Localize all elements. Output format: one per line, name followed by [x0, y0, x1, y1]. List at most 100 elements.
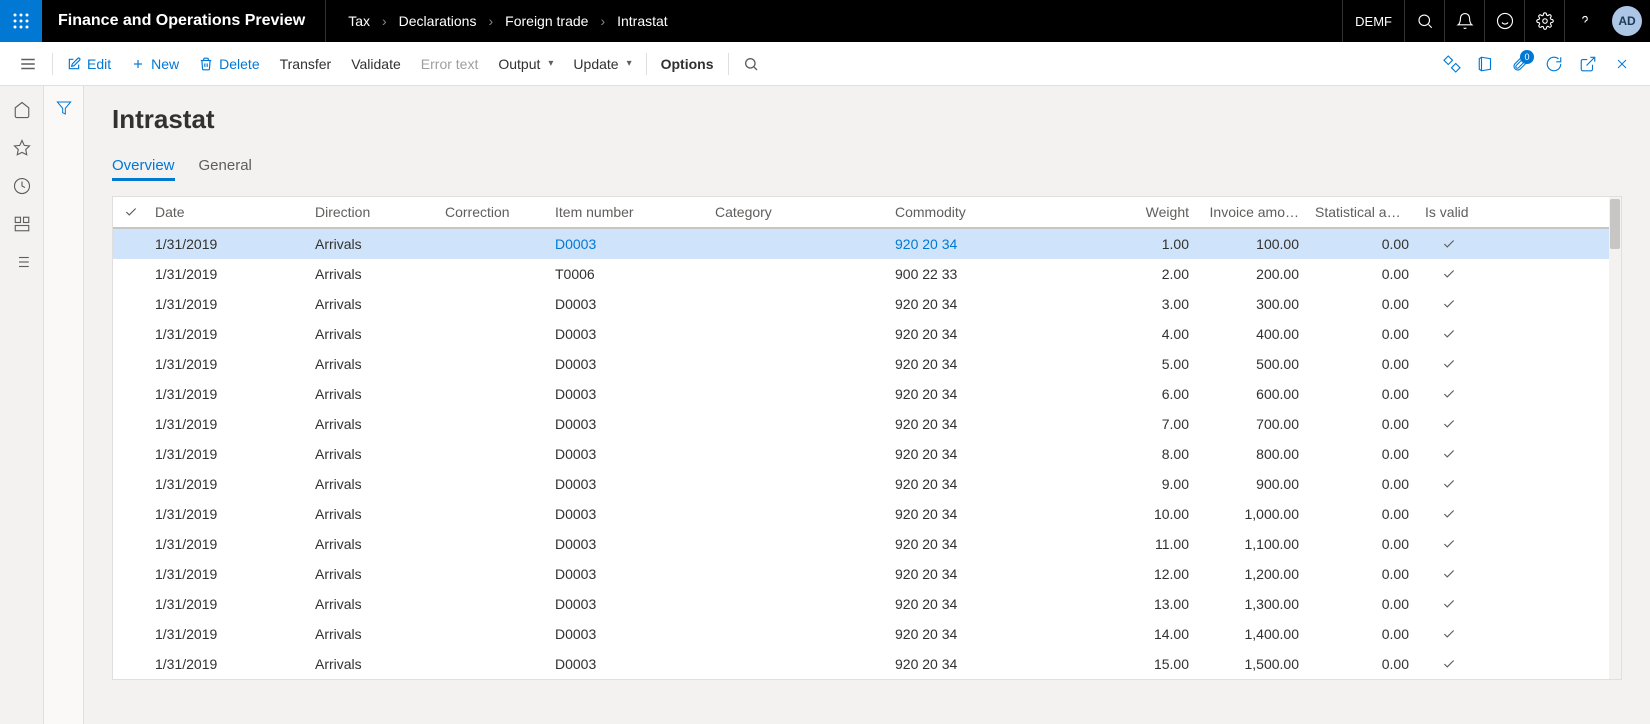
col-weight[interactable]: Weight: [1099, 204, 1199, 220]
nav-toggle-icon[interactable]: [8, 42, 48, 86]
scrollbar[interactable]: [1609, 197, 1621, 679]
table-row[interactable]: 1/31/2019ArrivalsD0003920 20 341.00100.0…: [113, 229, 1621, 259]
cell-commodity[interactable]: 920 20 34: [889, 656, 1099, 672]
filter-icon[interactable]: [48, 92, 80, 124]
table-row[interactable]: 1/31/2019ArrivalsD0003920 20 344.00400.0…: [113, 319, 1621, 349]
user-avatar[interactable]: AD: [1612, 6, 1642, 36]
tab-overview[interactable]: Overview: [112, 153, 175, 181]
col-direction[interactable]: Direction: [309, 204, 439, 220]
cell-commodity[interactable]: 900 22 33: [889, 266, 1099, 282]
cell-item-number[interactable]: D0003: [549, 476, 709, 492]
col-commodity[interactable]: Commodity: [889, 204, 1099, 220]
cell-valid-icon: [1419, 267, 1479, 281]
feedback-icon[interactable]: [1484, 0, 1524, 42]
cell-item-number[interactable]: D0003: [549, 656, 709, 672]
table-row[interactable]: 1/31/2019ArrivalsD0003920 20 3412.001,20…: [113, 559, 1621, 589]
cell-commodity[interactable]: 920 20 34: [889, 476, 1099, 492]
cell-commodity[interactable]: 920 20 34: [889, 236, 1099, 252]
cell-commodity[interactable]: 920 20 34: [889, 356, 1099, 372]
recent-icon[interactable]: [2, 168, 42, 204]
edit-button[interactable]: Edit: [57, 48, 121, 80]
col-statistical-amount[interactable]: Statistical am…: [1309, 204, 1419, 220]
update-dropdown[interactable]: Update▾: [563, 48, 641, 80]
cell-commodity[interactable]: 920 20 34: [889, 536, 1099, 552]
cell-commodity[interactable]: 920 20 34: [889, 386, 1099, 402]
cell-item-number[interactable]: D0003: [549, 566, 709, 582]
col-item-number[interactable]: Item number: [549, 204, 709, 220]
tab-general[interactable]: General: [199, 153, 252, 181]
help-icon[interactable]: [1564, 0, 1604, 42]
notifications-icon[interactable]: [1444, 0, 1484, 42]
attachments-button[interactable]: 0: [1504, 48, 1536, 80]
delete-button[interactable]: Delete: [189, 48, 269, 80]
cell-item-number[interactable]: D0003: [549, 386, 709, 402]
col-category[interactable]: Category: [709, 204, 889, 220]
cell-item-number[interactable]: D0003: [549, 236, 709, 252]
breadcrumb-tax[interactable]: Tax: [342, 13, 376, 29]
cell-commodity[interactable]: 920 20 34: [889, 296, 1099, 312]
cell-direction: Arrivals: [309, 386, 439, 402]
page-search-button[interactable]: [733, 48, 769, 80]
options-button[interactable]: Options: [651, 48, 724, 80]
company-selector[interactable]: DEMF: [1342, 0, 1404, 42]
cell-item-number[interactable]: D0003: [549, 356, 709, 372]
cell-statistical: 0.00: [1309, 476, 1419, 492]
cell-commodity[interactable]: 920 20 34: [889, 326, 1099, 342]
cell-item-number[interactable]: D0003: [549, 416, 709, 432]
table-row[interactable]: 1/31/2019ArrivalsD0003920 20 3410.001,00…: [113, 499, 1621, 529]
search-icon[interactable]: [1404, 0, 1444, 42]
table-row[interactable]: 1/31/2019ArrivalsD0003920 20 346.00600.0…: [113, 379, 1621, 409]
table-row[interactable]: 1/31/2019ArrivalsD0003920 20 3415.001,50…: [113, 649, 1621, 679]
table-row[interactable]: 1/31/2019ArrivalsT0006900 22 332.00200.0…: [113, 259, 1621, 289]
breadcrumb-declarations[interactable]: Declarations: [393, 13, 483, 29]
cell-direction: Arrivals: [309, 596, 439, 612]
scrollbar-thumb[interactable]: [1610, 199, 1620, 249]
col-invoice-amount[interactable]: Invoice amo…: [1199, 204, 1309, 220]
related-info-icon[interactable]: [1436, 48, 1468, 80]
popout-icon[interactable]: [1572, 48, 1604, 80]
table-row[interactable]: 1/31/2019ArrivalsD0003920 20 343.00300.0…: [113, 289, 1621, 319]
table-row[interactable]: 1/31/2019ArrivalsD0003920 20 3414.001,40…: [113, 619, 1621, 649]
table-row[interactable]: 1/31/2019ArrivalsD0003920 20 345.00500.0…: [113, 349, 1621, 379]
cell-item-number[interactable]: D0003: [549, 626, 709, 642]
open-office-icon[interactable]: [1470, 48, 1502, 80]
breadcrumb-intrastat[interactable]: Intrastat: [611, 13, 674, 29]
col-is-valid[interactable]: Is valid: [1419, 204, 1479, 220]
cell-commodity[interactable]: 920 20 34: [889, 416, 1099, 432]
modules-icon[interactable]: [2, 244, 42, 280]
table-row[interactable]: 1/31/2019ArrivalsD0003920 20 347.00700.0…: [113, 409, 1621, 439]
cell-item-number[interactable]: D0003: [549, 326, 709, 342]
table-row[interactable]: 1/31/2019ArrivalsD0003920 20 348.00800.0…: [113, 439, 1621, 469]
transfer-button[interactable]: Transfer: [270, 48, 342, 80]
cell-commodity[interactable]: 920 20 34: [889, 446, 1099, 462]
settings-icon[interactable]: [1524, 0, 1564, 42]
home-icon[interactable]: [2, 92, 42, 128]
breadcrumb-foreign-trade[interactable]: Foreign trade: [499, 13, 594, 29]
cell-item-number[interactable]: D0003: [549, 446, 709, 462]
validate-button[interactable]: Validate: [341, 48, 411, 80]
table-row[interactable]: 1/31/2019ArrivalsD0003920 20 3413.001,30…: [113, 589, 1621, 619]
refresh-icon[interactable]: [1538, 48, 1570, 80]
col-correction[interactable]: Correction: [439, 204, 549, 220]
cell-commodity[interactable]: 920 20 34: [889, 596, 1099, 612]
output-dropdown[interactable]: Output▾: [488, 48, 563, 80]
table-row[interactable]: 1/31/2019ArrivalsD0003920 20 349.00900.0…: [113, 469, 1621, 499]
new-button[interactable]: New: [121, 48, 189, 80]
cell-commodity[interactable]: 920 20 34: [889, 626, 1099, 642]
table-row[interactable]: 1/31/2019ArrivalsD0003920 20 3411.001,10…: [113, 529, 1621, 559]
app-launcher-icon[interactable]: [0, 0, 42, 42]
cell-commodity[interactable]: 920 20 34: [889, 566, 1099, 582]
close-icon[interactable]: [1606, 48, 1638, 80]
favorites-icon[interactable]: [2, 130, 42, 166]
cell-commodity[interactable]: 920 20 34: [889, 506, 1099, 522]
cell-item-number[interactable]: D0003: [549, 296, 709, 312]
cell-item-number[interactable]: D0003: [549, 506, 709, 522]
col-date[interactable]: Date: [149, 204, 309, 220]
command-bar: Edit New Delete Transfer Validate Error …: [0, 42, 1650, 86]
delete-label: Delete: [219, 56, 259, 72]
workspaces-icon[interactable]: [2, 206, 42, 242]
select-all-checkbox[interactable]: [113, 205, 149, 219]
cell-item-number[interactable]: D0003: [549, 596, 709, 612]
cell-item-number[interactable]: D0003: [549, 536, 709, 552]
cell-item-number[interactable]: T0006: [549, 266, 709, 282]
